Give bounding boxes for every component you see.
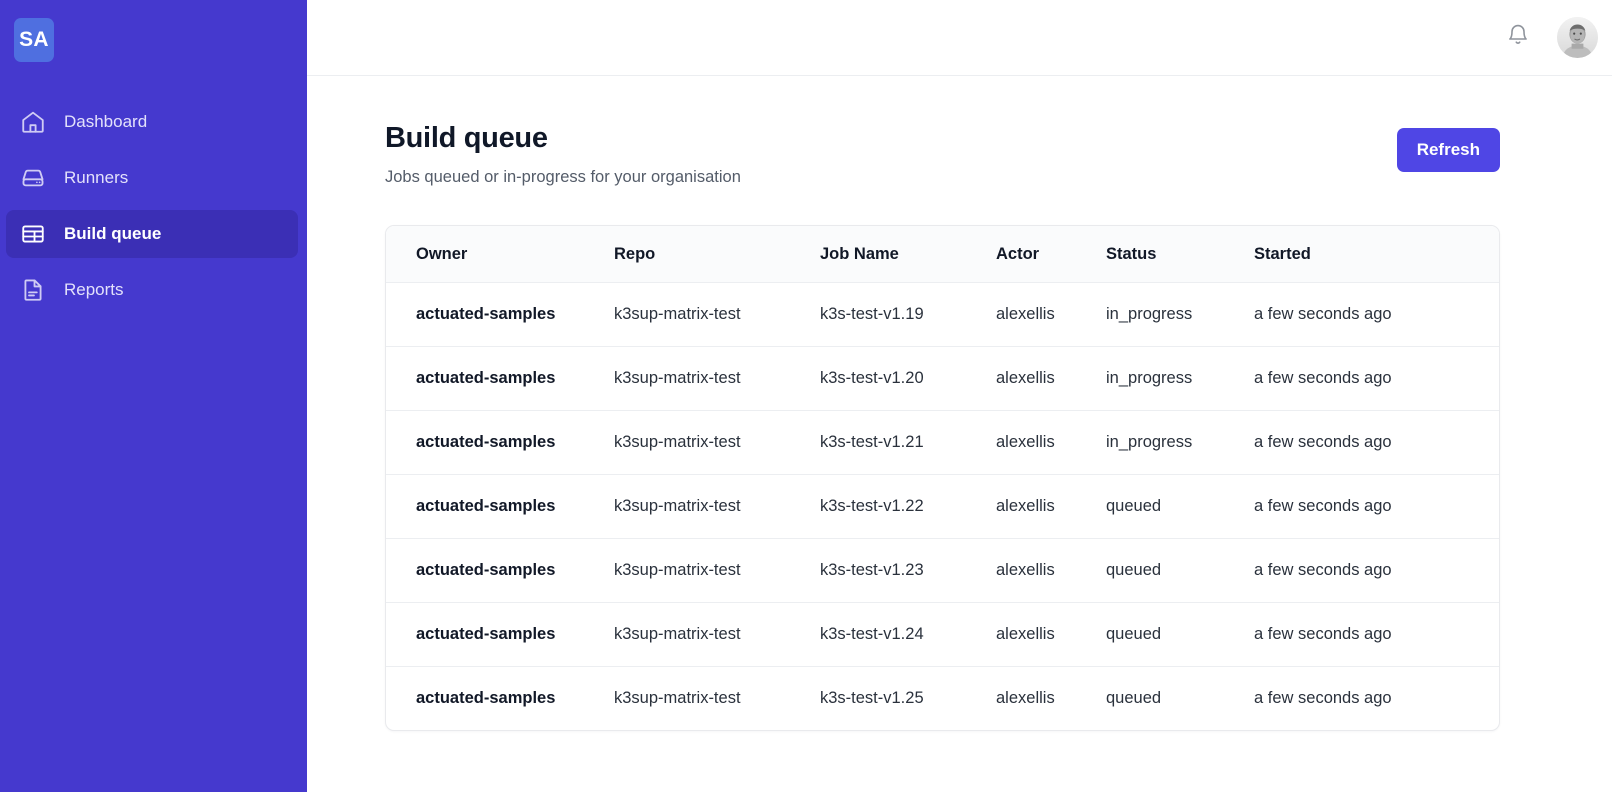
cell-repo: k3sup-matrix-test: [614, 538, 820, 603]
sidebar-item-reports[interactable]: Reports: [6, 266, 298, 314]
page-title: Build queue: [385, 122, 548, 154]
cell-owner: actuated-samples: [386, 346, 614, 411]
column-header-repo[interactable]: Repo: [614, 226, 820, 283]
sidebar-item-label: Dashboard: [64, 112, 148, 131]
content-area: Build queue Jobs queued or in-progress f…: [307, 76, 1612, 792]
avatar-image: [1557, 17, 1598, 58]
server-icon: [19, 164, 47, 192]
cell-status: queued: [1106, 689, 1162, 708]
table-row[interactable]: actuated-samples k3sup-matrix-test k3s-tes…: [386, 282, 1499, 347]
table-row[interactable]: actuated-samples k3sup-matrix-test k3s-tes…: [386, 474, 1499, 539]
cell-repo: k3sup-matrix-test: [614, 474, 820, 539]
cell-owner: actuated-samples: [386, 602, 614, 667]
cell-started: a few seconds ago: [1254, 538, 1499, 603]
refresh-button[interactable]: Refresh: [1396, 128, 1500, 172]
cell-started: a few seconds ago: [1254, 474, 1499, 539]
sidebar-item-build-queue[interactable]: Build queue: [6, 210, 298, 258]
cell-actor: alexellis: [996, 538, 1106, 603]
table-row[interactable]: actuated-samples k3sup-matrix-test k3s-tes…: [386, 410, 1499, 475]
page-subtitle: Jobs queued or in-progress for your orga…: [385, 168, 741, 187]
table-row[interactable]: actuated-samples k3sup-matrix-test k3s-tes…: [386, 666, 1499, 730]
cell-owner: actuated-samples: [386, 538, 614, 603]
document-icon: [19, 276, 47, 304]
cell-owner: actuated-samples: [386, 410, 614, 475]
bell-icon: [1506, 23, 1530, 52]
cell-actor: alexellis: [996, 474, 1106, 539]
column-header-owner[interactable]: Owner: [386, 226, 614, 283]
cell-status: queued: [1106, 602, 1254, 667]
cell-repo: k3sup-matrix-test: [614, 282, 820, 347]
table-body: actuated-samples k3sup-matrix-test k3s-tes…: [386, 282, 1499, 730]
notifications-button[interactable]: [1501, 21, 1535, 55]
column-header-started[interactable]: Started: [1254, 226, 1499, 283]
sidebar-item-runners[interactable]: Runners: [6, 154, 298, 202]
sidebar-item-label: Runners: [64, 168, 129, 187]
cell-actor: alexellis: [996, 689, 1055, 708]
cell-started: a few seconds ago: [1254, 282, 1499, 347]
table-icon: [19, 220, 47, 248]
cell-owner: actuated-samples: [416, 689, 556, 708]
main-area: Build queue Jobs queued or in-progress f…: [307, 0, 1612, 792]
cell-job-name: k3s-test-v1.25: [820, 689, 924, 708]
cell-repo: k3sup-matrix-test: [614, 689, 741, 708]
cell-repo: k3sup-matrix-test: [614, 602, 820, 667]
cell-job-name: k3s-test-v1.21: [820, 410, 996, 475]
table-header-row: Owner Repo Job Name Actor Status Started: [386, 226, 1499, 283]
cell-repo: k3sup-matrix-test: [614, 410, 820, 475]
table-row[interactable]: actuated-samples k3sup-matrix-test k3s-tes…: [386, 346, 1499, 411]
cell-job-name: k3s-test-v1.20: [820, 346, 996, 411]
column-header-status[interactable]: Status: [1106, 226, 1254, 283]
topbar: [307, 0, 1612, 76]
home-icon: [19, 108, 47, 136]
sidebar-item-label: Reports: [64, 280, 124, 299]
build-queue-table: Owner Repo Job Name Actor Status Started…: [386, 226, 1499, 730]
app-root: SA Dashboard Runners Build queue Reports…: [0, 0, 1612, 792]
build-queue-table-card: Owner Repo Job Name Actor Status Started…: [385, 225, 1500, 732]
brand-logo-text: SA: [19, 28, 49, 51]
cell-started: a few seconds ago: [1254, 689, 1392, 708]
table-row[interactable]: actuated-samples k3sup-matrix-test k3s-tes…: [386, 602, 1499, 667]
cell-job-name: k3s-test-v1.22: [820, 474, 996, 539]
table-head: Owner Repo Job Name Actor Status Started: [386, 226, 1499, 283]
table-row[interactable]: actuated-samples k3sup-matrix-test k3s-tes…: [386, 538, 1499, 603]
sidebar: SA Dashboard Runners Build queue Reports: [0, 0, 307, 792]
cell-status: queued: [1106, 474, 1254, 539]
cell-status: in_progress: [1106, 346, 1254, 411]
cell-status: queued: [1106, 538, 1254, 603]
column-header-actor[interactable]: Actor: [996, 226, 1106, 283]
cell-actor: alexellis: [996, 602, 1106, 667]
cell-owner: actuated-samples: [386, 474, 614, 539]
cell-started: a few seconds ago: [1254, 410, 1499, 475]
cell-status: in_progress: [1106, 282, 1254, 347]
sidebar-nav: Dashboard Runners Build queue Reports: [0, 98, 307, 314]
cell-started: a few seconds ago: [1254, 346, 1499, 411]
cell-job-name: k3s-test-v1.24: [820, 602, 996, 667]
content-inner: Build queue Jobs queued or in-progress f…: [385, 122, 1500, 732]
sidebar-item-dashboard[interactable]: Dashboard: [6, 98, 298, 146]
cell-actor: alexellis: [996, 346, 1106, 411]
cell-job-name: k3s-test-v1.19: [820, 282, 996, 347]
cell-job-name: k3s-test-v1.23: [820, 538, 996, 603]
column-header-job-name[interactable]: Job Name: [820, 226, 996, 283]
cell-started: a few seconds ago: [1254, 602, 1499, 667]
sidebar-item-label: Build queue: [64, 224, 162, 243]
brand-logo[interactable]: SA: [14, 18, 54, 62]
cell-owner: actuated-samples: [386, 282, 614, 347]
page-header: Build queue Jobs queued or in-progress f…: [385, 122, 1500, 187]
avatar[interactable]: [1557, 17, 1598, 58]
cell-actor: alexellis: [996, 410, 1106, 475]
cell-status: in_progress: [1106, 410, 1254, 475]
cell-actor: alexellis: [996, 282, 1106, 347]
cell-repo: k3sup-matrix-test: [614, 346, 820, 411]
page-header-text: Build queue Jobs queued or in-progress f…: [385, 122, 741, 187]
